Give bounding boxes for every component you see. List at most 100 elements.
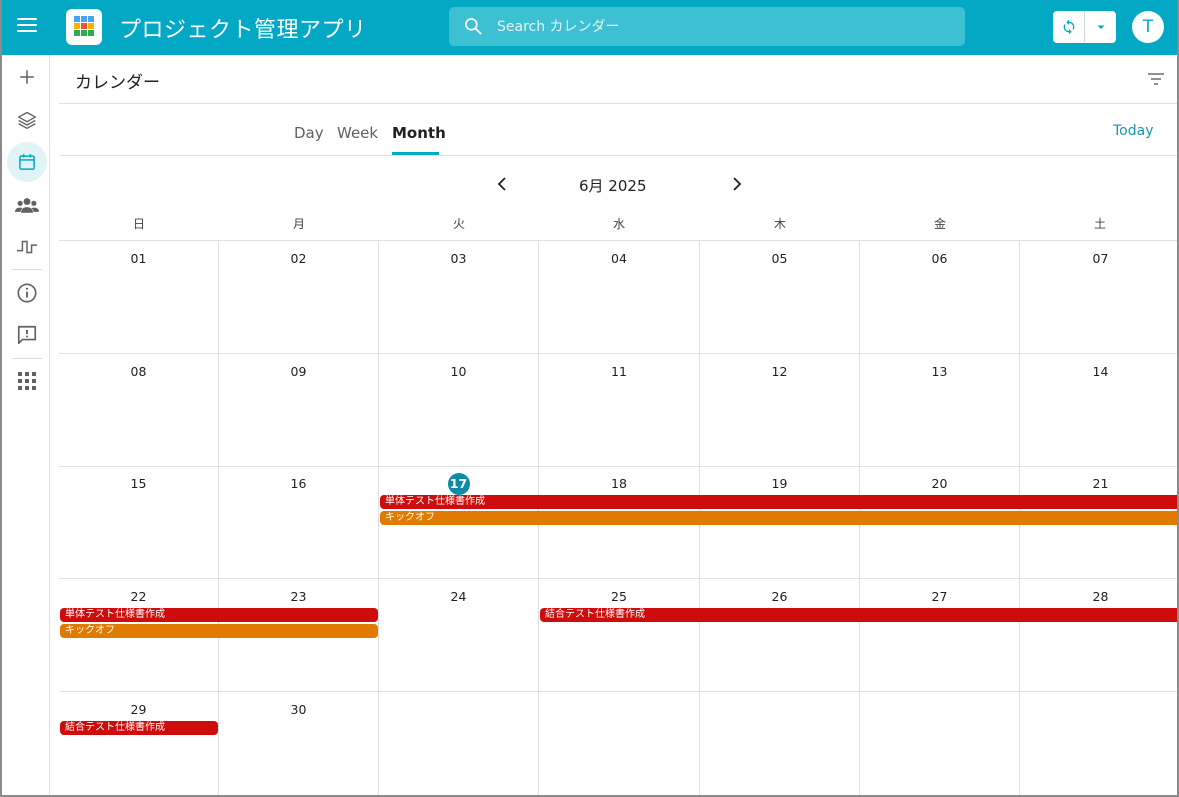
day-cell[interactable]: 26 <box>700 579 860 692</box>
day-cell[interactable]: 13 <box>860 354 1020 467</box>
day-cell[interactable]: 02 <box>219 241 379 354</box>
rail-item-calendar[interactable] <box>7 142 47 182</box>
day-cell[interactable]: 10 <box>379 354 539 467</box>
day-cell[interactable]: 04 <box>539 241 700 354</box>
rail-item-apps[interactable] <box>6 361 48 401</box>
day-cell <box>539 692 700 795</box>
rail-item-layers[interactable] <box>6 100 48 140</box>
rail-item-info[interactable] <box>6 273 48 313</box>
day-number: 06 <box>931 251 948 266</box>
search-box[interactable] <box>449 7 965 46</box>
day-number: 30 <box>290 702 307 717</box>
weekday-label: 木 <box>773 217 786 231</box>
event-chip[interactable]: キックオフ <box>380 511 1177 525</box>
weekday-label: 土 <box>1093 217 1106 231</box>
filter-icon[interactable] <box>1147 72 1165 86</box>
day-cell[interactable]: 24 <box>379 579 539 692</box>
event-chip[interactable]: 単体テスト仕様書作成 <box>60 608 378 622</box>
apps-icon <box>18 372 36 390</box>
day-cell[interactable]: 06 <box>860 241 1020 354</box>
rail-divider <box>12 358 42 359</box>
day-cell[interactable]: 29 <box>59 692 219 795</box>
day-number: 10 <box>450 364 467 379</box>
day-number: 21 <box>1092 476 1109 491</box>
day-number: 12 <box>771 364 788 379</box>
calendar-icon <box>19 154 35 170</box>
event-chip[interactable]: 結合テスト仕様書作成 <box>540 608 1177 622</box>
search-input[interactable] <box>497 15 937 39</box>
day-number: 22 <box>130 589 147 604</box>
today-date-badge: 17 <box>379 473 538 495</box>
today-button[interactable]: Today <box>1113 123 1154 139</box>
app-logo <box>66 9 102 45</box>
tab-day[interactable]: Day <box>294 124 324 142</box>
app-frame: プロジェクト管理アプリ T <box>0 0 1179 797</box>
menu-icon[interactable] <box>17 17 37 33</box>
weekday-label: 金 <box>933 217 946 231</box>
day-cell[interactable]: 27 <box>860 579 1020 692</box>
day-number: 23 <box>290 589 307 604</box>
week-row: 08 09 10 11 12 13 14 <box>59 354 1177 467</box>
rail-item-feedback[interactable] <box>6 315 48 355</box>
day-cell[interactable]: 09 <box>219 354 379 467</box>
rail-item-pulse[interactable] <box>6 227 48 267</box>
day-cell[interactable]: 30 <box>219 692 379 795</box>
day-number: 04 <box>611 251 627 266</box>
day-number: 25 <box>611 589 627 604</box>
week-row: 15 16 17 18 19 20 21 単体テスト仕様書作成 キックオフ <box>59 466 1177 579</box>
weekday-label: 水 <box>612 217 625 231</box>
day-number: 08 <box>130 364 147 379</box>
day-cell[interactable]: 14 <box>1020 354 1177 467</box>
sync-button-group <box>1053 11 1116 43</box>
day-cell[interactable]: 08 <box>59 354 219 467</box>
day-number: 14 <box>1092 364 1109 379</box>
day-cell[interactable]: 16 <box>219 466 379 579</box>
day-number: 20 <box>931 476 948 491</box>
day-number: 09 <box>290 364 307 379</box>
week-row: 29 30 結合テスト仕様書作成 <box>59 692 1177 795</box>
week-row: 01 02 03 04 05 06 07 <box>59 241 1177 354</box>
day-number: 29 <box>130 702 147 717</box>
event-chip[interactable]: キックオフ <box>60 624 378 638</box>
day-cell[interactable]: 15 <box>59 466 219 579</box>
day-cell <box>860 692 1020 795</box>
day-cell[interactable]: 07 <box>1020 241 1177 354</box>
app-title: プロジェクト管理アプリ <box>119 18 367 43</box>
day-number: 05 <box>771 251 788 266</box>
day-number: 07 <box>1092 251 1109 266</box>
rail-item-people[interactable] <box>6 185 48 225</box>
navigation-rail <box>2 55 50 795</box>
chevron-right-icon[interactable] <box>730 176 744 192</box>
info-icon <box>17 283 37 303</box>
event-chip[interactable]: 結合テスト仕様書作成 <box>60 721 218 735</box>
day-cell[interactable]: 11 <box>539 354 700 467</box>
day-cell[interactable]: 01 <box>59 241 219 354</box>
day-cell[interactable]: 28 <box>1020 579 1177 692</box>
day-cell[interactable]: 03 <box>379 241 539 354</box>
arrow-drop-down-icon <box>1097 25 1105 29</box>
day-cell[interactable]: 25 <box>539 579 700 692</box>
main-content: カレンダー Day Week Month Today 6月 2025 日 月 火… <box>59 55 1177 795</box>
week-row: 22 23 24 25 26 27 28 単体テスト仕様書作成 キックオフ 結合… <box>59 579 1177 692</box>
day-cell[interactable]: 05 <box>700 241 860 354</box>
sync-button[interactable] <box>1054 12 1085 42</box>
weekday-header: 日 月 火 水 木 金 土 <box>59 208 1177 241</box>
user-avatar[interactable]: T <box>1132 11 1164 43</box>
tab-month[interactable]: Month <box>392 124 446 142</box>
weekday-label: 日 <box>132 217 145 231</box>
add-button[interactable] <box>6 57 48 97</box>
people-icon <box>15 198 39 213</box>
page-title: カレンダー <box>75 73 160 93</box>
month-navigation: 6月 2025 <box>59 156 1177 208</box>
chevron-left-icon[interactable] <box>495 176 509 192</box>
page-header: カレンダー <box>59 55 1177 104</box>
day-cell <box>1020 692 1177 795</box>
day-number: 28 <box>1092 589 1109 604</box>
day-cell[interactable]: 12 <box>700 354 860 467</box>
day-number: 16 <box>290 476 307 491</box>
sync-dropdown-button[interactable] <box>1086 12 1116 42</box>
event-chip[interactable]: 単体テスト仕様書作成 <box>380 495 1177 509</box>
tab-week[interactable]: Week <box>337 124 378 142</box>
day-number: 26 <box>771 589 788 604</box>
weekday-label: 火 <box>452 217 465 231</box>
